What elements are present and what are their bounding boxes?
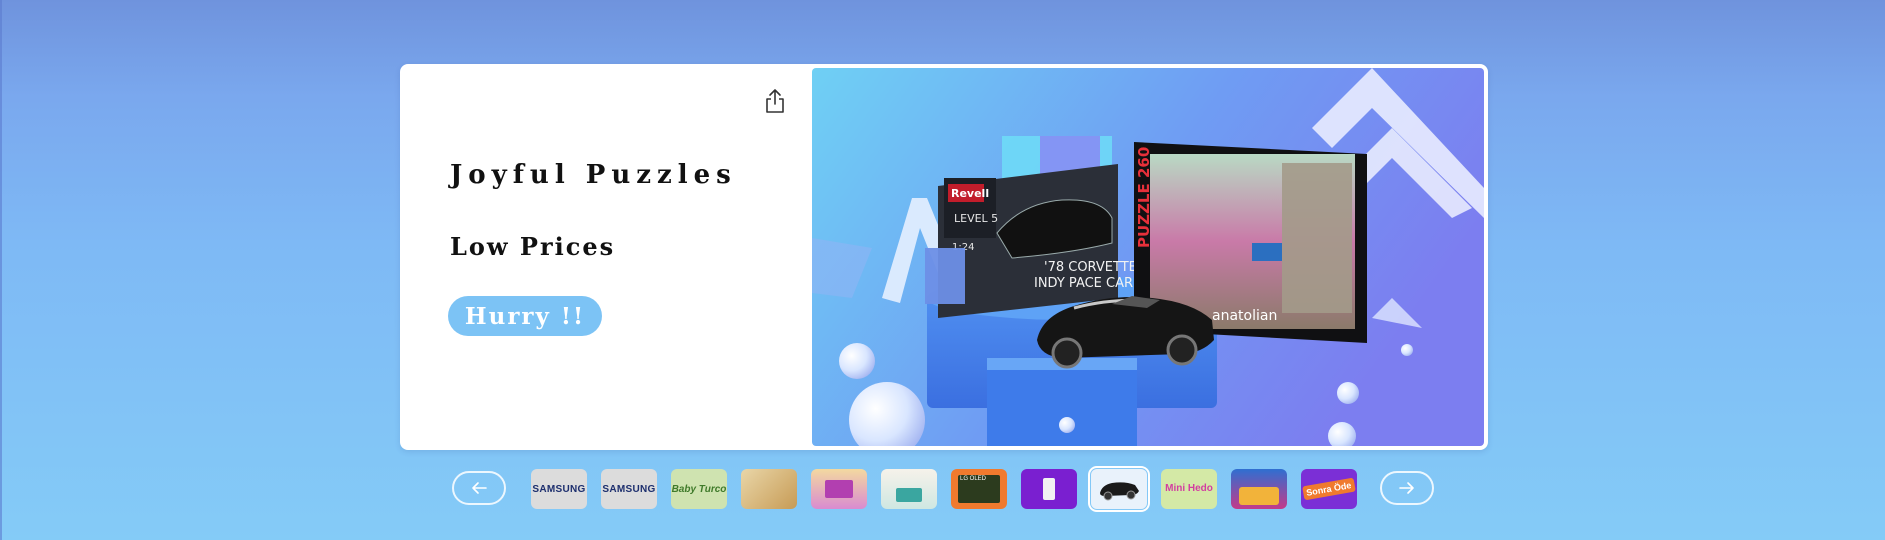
house-toy-shape bbox=[825, 480, 853, 498]
share-icon bbox=[766, 89, 784, 113]
thumbnail-3[interactable]: Baby Turco bbox=[671, 469, 727, 509]
puzzle-count-text: PUZZLE 260 bbox=[1135, 147, 1153, 248]
thumbnail-11[interactable] bbox=[1231, 469, 1287, 509]
carousel-next-button[interactable] bbox=[1380, 471, 1434, 505]
hero-title: Joyful Puzzles bbox=[450, 160, 737, 190]
thumbnail-7[interactable]: LG OLED bbox=[951, 469, 1007, 509]
kit-caption-line1: '78 CORVETTE bbox=[1044, 260, 1137, 275]
hero-copy: Joyful Puzzles Low Prices bbox=[450, 160, 737, 261]
thumbnail-6[interactable] bbox=[881, 469, 937, 509]
kit-brand-text: Revell bbox=[951, 187, 989, 200]
bottle-shape bbox=[1043, 478, 1055, 500]
thumbnail-1[interactable]: SAMSUNG bbox=[531, 469, 587, 509]
hero-card: Joyful Puzzles Low Prices Hurry !! Revel… bbox=[400, 64, 1488, 450]
puzzle-brand-text: anatolian bbox=[1212, 308, 1277, 324]
game-table-shape bbox=[1239, 487, 1279, 505]
thumbnail-10[interactable]: Mini Hedo bbox=[1161, 469, 1217, 509]
banner-image[interactable]: Revell LEVEL 5 1:24 '78 CORVETTE INDY PA… bbox=[812, 68, 1484, 446]
arrow-right-icon bbox=[1399, 482, 1414, 494]
thumbnail-carousel: SAMSUNG SAMSUNG Baby Turco LG OLED Mini … bbox=[0, 466, 1885, 514]
page-left-edge bbox=[0, 0, 2, 540]
thumbnail-label: Mini Hedo bbox=[1165, 483, 1213, 494]
thumbnail-2[interactable]: SAMSUNG bbox=[601, 469, 657, 509]
thumbnail-4[interactable] bbox=[741, 469, 797, 509]
hero-subtitle: Low Prices bbox=[450, 232, 616, 261]
thumbnail-label: SAMSUNG bbox=[602, 483, 656, 495]
thumbnail-5[interactable] bbox=[811, 469, 867, 509]
hurry-cta-button[interactable]: Hurry !! bbox=[448, 296, 602, 336]
corvette-icon bbox=[1100, 482, 1139, 501]
thumbnail-label: Baby Turco bbox=[671, 483, 727, 495]
thumbnail-label: Sonra Öde bbox=[1302, 477, 1356, 501]
sofa-shape bbox=[896, 488, 922, 502]
thumbnail-12[interactable]: Sonra Öde bbox=[1301, 469, 1357, 509]
carousel-prev-button[interactable] bbox=[452, 471, 506, 505]
tv-shape: LG OLED bbox=[958, 475, 1000, 503]
share-button[interactable] bbox=[760, 84, 790, 118]
thumbnail-label: SAMSUNG bbox=[532, 483, 586, 495]
thumbnail-8[interactable] bbox=[1021, 469, 1077, 509]
banner-illustration: Revell LEVEL 5 1:24 '78 CORVETTE INDY PA… bbox=[812, 68, 1484, 446]
kit-caption-line2: INDY PACE CAR bbox=[1034, 276, 1133, 291]
kit-level-text: LEVEL 5 bbox=[954, 212, 998, 225]
arrow-left-icon bbox=[472, 482, 487, 494]
thumbnail-9-active[interactable] bbox=[1088, 466, 1150, 512]
thumbnail-label: LG OLED bbox=[960, 476, 987, 482]
